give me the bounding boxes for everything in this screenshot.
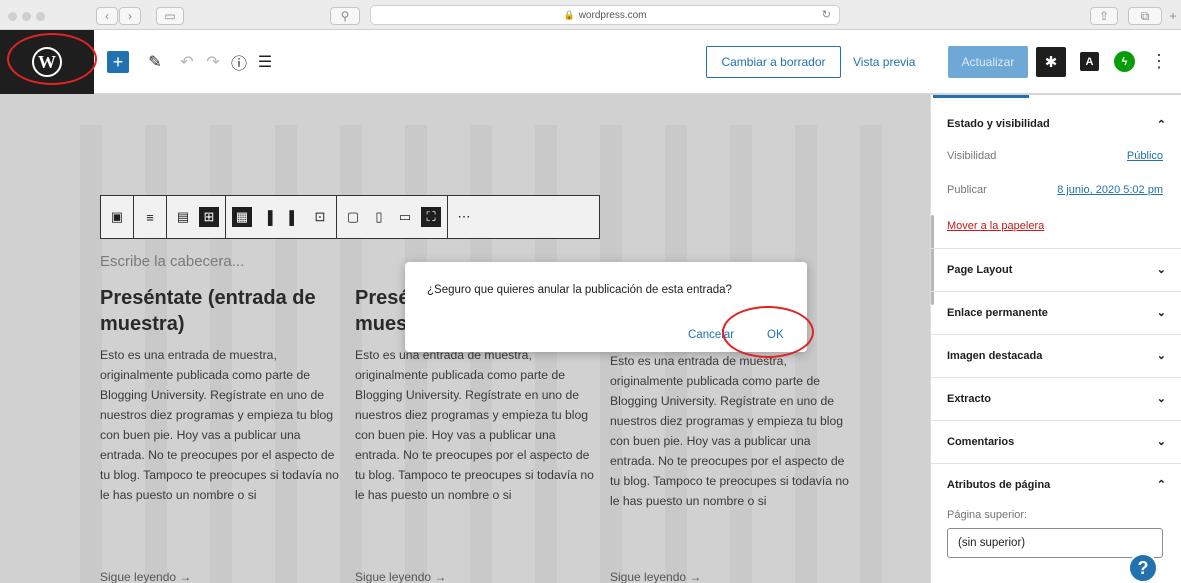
preview-button[interactable]: Vista previa bbox=[853, 46, 915, 78]
forward-icon[interactable]: › bbox=[119, 7, 141, 25]
editor-toolbar: W + ✎ ↶ ↷ ⓘ ☰ Cambiar a borrador Vista p… bbox=[0, 30, 1181, 94]
tabs-icon[interactable]: ⧉ bbox=[1128, 7, 1162, 25]
panel-page-attributes[interactable]: Atributos de página ⌃ bbox=[931, 463, 1181, 505]
panel-title: Imagen destacada bbox=[947, 349, 1043, 362]
square-icon[interactable]: ▭ bbox=[395, 207, 415, 227]
panel-featured-image[interactable]: Imagen destacada ⌄ bbox=[931, 334, 1181, 376]
panel-excerpt[interactable]: Extracto ⌄ bbox=[931, 377, 1181, 419]
portrait-icon[interactable]: ▯ bbox=[369, 207, 389, 227]
ellipsis-icon[interactable]: ⋯ bbox=[454, 207, 474, 227]
window-minimize-dot[interactable] bbox=[22, 12, 31, 21]
parent-page-select[interactable]: (sin superior) bbox=[947, 528, 1163, 558]
block-type-group: ▣ bbox=[101, 196, 134, 238]
align-group: ≡ bbox=[134, 196, 167, 238]
chevron-down-icon: ⌄ bbox=[1156, 350, 1166, 362]
address-bar[interactable]: 🔒 wordpress.com ↻ bbox=[370, 5, 840, 25]
read-more-link[interactable]: Sigue leyendo → bbox=[610, 570, 701, 583]
publish-date-link[interactable]: 8 junio, 2020 5:02 pm bbox=[1057, 184, 1163, 196]
window-close-dot[interactable] bbox=[8, 12, 17, 21]
browser-chrome: ‹ › ▭ ⚲ 🔒 wordpress.com ↻ ⇧ ⧉ + bbox=[0, 0, 1181, 30]
undo-icon[interactable]: ↶ bbox=[178, 52, 196, 72]
grid-view-icon[interactable]: ⊞ bbox=[199, 207, 219, 227]
address-text: wordpress.com bbox=[578, 9, 647, 21]
image-top-icon[interactable]: ▦ bbox=[232, 207, 252, 227]
highlight-circle-ok bbox=[722, 306, 814, 358]
post-excerpt: Esto es una entrada de muestra, original… bbox=[100, 348, 339, 502]
post-excerpt: Esto es una entrada de muestra, original… bbox=[355, 348, 594, 502]
layout-grid-stripe bbox=[80, 125, 102, 583]
list-view-icon[interactable]: ▤ bbox=[173, 207, 193, 227]
move-to-trash-link[interactable]: Mover a la papelera bbox=[947, 220, 1044, 232]
image-right-icon[interactable]: ▌ bbox=[284, 207, 304, 227]
outline-icon[interactable]: ☰ bbox=[256, 52, 274, 72]
fullscreen-icon[interactable]: ⛶ bbox=[421, 207, 441, 227]
chevron-up-icon: ⌃ bbox=[1156, 118, 1166, 131]
chevron-up-icon: ⌃ bbox=[1156, 479, 1166, 491]
back-icon[interactable]: ‹ bbox=[96, 7, 118, 25]
post-column: Esto es una entrada de muestra, original… bbox=[610, 343, 850, 511]
parent-page-label: Página superior: bbox=[947, 509, 1028, 521]
add-block-button[interactable]: + bbox=[107, 51, 129, 73]
image-align-group: ▦ ▐ ▌ ⊡ bbox=[226, 196, 337, 238]
amp-a-icon[interactable]: A bbox=[1080, 52, 1099, 71]
tools-icon[interactable]: ✎ bbox=[145, 52, 165, 72]
panel-comments[interactable]: Comentarios ⌄ bbox=[931, 420, 1181, 462]
panel-title: Page Layout bbox=[947, 263, 1013, 276]
aspect-ratio-group: ▢ ▯ ▭ ⛶ bbox=[337, 196, 448, 238]
more-group: ⋯ bbox=[448, 196, 480, 238]
visibility-label: Visibilidad bbox=[947, 150, 997, 162]
block-type-icon[interactable]: ▣ bbox=[107, 207, 127, 227]
help-icon[interactable]: ? bbox=[1128, 553, 1158, 583]
read-more-link[interactable]: Sigue leyendo → bbox=[100, 570, 191, 583]
chevron-down-icon: ⌄ bbox=[1156, 393, 1166, 405]
block-toolbar: ▣ ≡ ▤ ⊞ ▦ ▐ ▌ ⊡ ▢ ▯ ▭ ⛶ ⋯ bbox=[100, 195, 600, 239]
layout-grid-stripe bbox=[860, 125, 882, 583]
lock-icon: 🔒 bbox=[563, 9, 575, 20]
switch-to-draft-button[interactable]: Cambiar a borrador bbox=[706, 46, 841, 78]
sidebar-toggle-icon[interactable]: ▭ bbox=[156, 7, 184, 25]
more-options-icon[interactable]: ⋮ bbox=[1150, 51, 1168, 71]
info-icon[interactable]: ⓘ bbox=[230, 52, 248, 73]
settings-sidebar: Estado y visibilidad ⌃ Visibilidad Públi… bbox=[930, 95, 1181, 583]
panel-status-visibility[interactable]: Estado y visibilidad ⌃ bbox=[931, 103, 1181, 145]
active-tab-indicator bbox=[933, 95, 1029, 98]
publish-label: Publicar bbox=[947, 184, 987, 196]
read-more-link[interactable]: Sigue leyendo → bbox=[355, 570, 446, 583]
jetpack-icon[interactable]: ϟ bbox=[1114, 51, 1135, 72]
new-tab-icon[interactable]: + bbox=[1166, 7, 1180, 25]
post-column: Preséntate (entrada de muestra) Esto es … bbox=[100, 285, 340, 505]
heading-placeholder[interactable]: Escribe la cabecera... bbox=[100, 253, 244, 270]
panel-title: Extracto bbox=[947, 392, 992, 405]
panel-title: Atributos de página bbox=[947, 478, 1051, 491]
image-background-icon[interactable]: ⊡ bbox=[310, 207, 330, 227]
confirm-message: ¿Seguro que quieres anular la publicació… bbox=[427, 284, 732, 296]
panel-page-layout[interactable]: Page Layout ⌄ bbox=[931, 248, 1181, 290]
chevron-down-icon: ⌄ bbox=[1156, 436, 1166, 448]
redo-icon[interactable]: ↷ bbox=[204, 52, 222, 72]
highlight-circle-logo bbox=[7, 33, 97, 85]
layout-view-group: ▤ ⊞ bbox=[167, 196, 226, 238]
post-excerpt: Esto es una entrada de muestra, original… bbox=[610, 354, 849, 508]
chevron-down-icon: ⌄ bbox=[1156, 264, 1166, 276]
search-icon[interactable]: ⚲ bbox=[330, 7, 360, 25]
landscape-icon[interactable]: ▢ bbox=[343, 207, 363, 227]
visibility-value-link[interactable]: Público bbox=[1127, 150, 1163, 162]
window-zoom-dot[interactable] bbox=[36, 12, 45, 21]
chevron-down-icon: ⌄ bbox=[1156, 307, 1166, 319]
panel-title: Estado y visibilidad bbox=[947, 118, 1050, 130]
panel-title: Comentarios bbox=[947, 435, 1015, 448]
settings-icon[interactable]: ✱ bbox=[1036, 47, 1066, 77]
post-title[interactable]: Preséntate (entrada de muestra) bbox=[100, 285, 330, 337]
parent-page-value: (sin superior) bbox=[958, 537, 1026, 549]
align-icon[interactable]: ≡ bbox=[140, 207, 160, 227]
panel-permalink[interactable]: Enlace permanente ⌄ bbox=[931, 291, 1181, 333]
reload-icon[interactable]: ↻ bbox=[822, 8, 831, 21]
image-left-icon[interactable]: ▐ bbox=[258, 207, 278, 227]
update-button[interactable]: Actualizar bbox=[948, 46, 1028, 78]
panel-title: Enlace permanente bbox=[947, 306, 1048, 319]
share-icon[interactable]: ⇧ bbox=[1090, 7, 1118, 25]
